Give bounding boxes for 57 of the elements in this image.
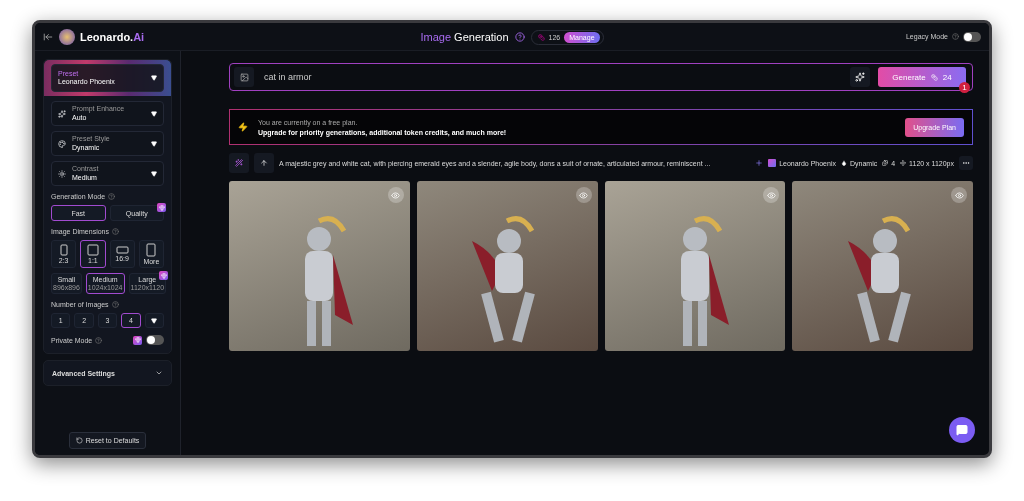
caret-icon: [151, 110, 157, 117]
aspect-ratio-icon: [115, 246, 129, 254]
notification-badge: 1: [959, 82, 970, 93]
help-icon: [108, 193, 116, 200]
sun-icon: [58, 169, 66, 178]
more-button[interactable]: [959, 156, 973, 170]
droplet-icon: [840, 160, 847, 166]
caret-icon: [151, 75, 157, 81]
eye-icon: [766, 190, 776, 200]
help-icon[interactable]: [514, 32, 525, 42]
lightning-icon: [238, 122, 248, 132]
token-icon: [537, 33, 545, 41]
help-icon: [95, 336, 103, 344]
more-count-button[interactable]: [144, 313, 164, 328]
help-icon: [111, 301, 119, 308]
private-mode-toggle[interactable]: [146, 335, 164, 345]
image-upload-button[interactable]: [234, 67, 254, 87]
eye-icon: [954, 190, 964, 200]
add-icon[interactable]: [755, 159, 764, 167]
chat-button[interactable]: [949, 417, 975, 443]
palette-icon: [58, 139, 66, 148]
images-icon: [882, 160, 889, 166]
back-icon[interactable]: [43, 31, 53, 42]
chevron-down-icon: [155, 369, 163, 377]
caret-icon: [151, 317, 158, 324]
arrow-up-button[interactable]: [254, 153, 274, 173]
magic-wand-icon: [235, 159, 243, 167]
eye-icon: [391, 190, 401, 200]
sparkle-icon: [58, 109, 66, 118]
brand-name: Leonardo.Ai: [80, 30, 145, 43]
legacy-mode-toggle[interactable]: [963, 31, 981, 42]
help-icon: [952, 33, 959, 40]
view-button[interactable]: [763, 187, 780, 203]
aspect-ratio-icon: [86, 244, 99, 256]
caret-icon: [151, 170, 157, 177]
image-icon: [239, 72, 249, 82]
magic-wand-button[interactable]: [229, 153, 249, 173]
move-icon: [900, 160, 907, 166]
avatar: [59, 28, 75, 45]
view-button[interactable]: [951, 187, 967, 203]
caret-icon: [151, 140, 157, 147]
sparkle-icon: [855, 72, 865, 82]
view-button[interactable]: [387, 187, 404, 203]
aspect-ratio-icon: [59, 244, 68, 256]
page-title: Image Generation: [420, 31, 509, 43]
view-button[interactable]: [575, 187, 592, 203]
more-icon: [962, 159, 970, 167]
chat-icon: [956, 424, 968, 436]
sparkle-button[interactable]: [850, 67, 870, 87]
model-thumbnail: [768, 159, 777, 167]
arrow-up-icon: [260, 159, 268, 167]
help-icon: [111, 228, 119, 235]
reset-icon: [75, 437, 83, 444]
token-icon: [930, 73, 938, 81]
aspect-ratio-icon: [146, 243, 157, 257]
prompt-field[interactable]: cat in armor Generate 24 1: [229, 63, 973, 91]
eye-icon: [579, 190, 588, 200]
